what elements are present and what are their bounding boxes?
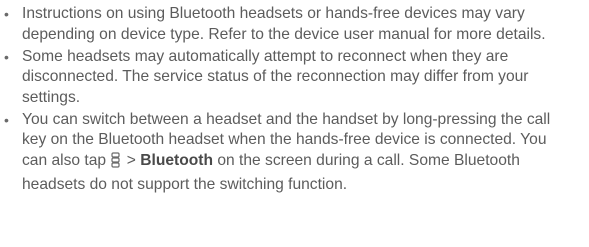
notes-list: • Instructions on using Bluetooth headse… <box>2 4 589 197</box>
bullet-marker: • <box>4 111 9 128</box>
note-item-headset-instructions: • Instructions on using Bluetooth headse… <box>2 4 574 45</box>
bullet-marker: • <box>4 48 9 65</box>
note-text: Instructions on using Bluetooth headsets… <box>22 5 546 43</box>
bullet-marker: • <box>4 6 9 22</box>
note-item-switch-audio: • You can switch between a headset and t… <box>2 110 574 195</box>
separator-arrow: > <box>126 151 136 169</box>
bluetooth-label: Bluetooth <box>140 151 213 169</box>
note-item-reconnect: • Some headsets may automatically attemp… <box>2 47 574 109</box>
note-text: Some headsets may automatically attempt … <box>22 47 529 106</box>
menu-icon <box>111 152 121 175</box>
